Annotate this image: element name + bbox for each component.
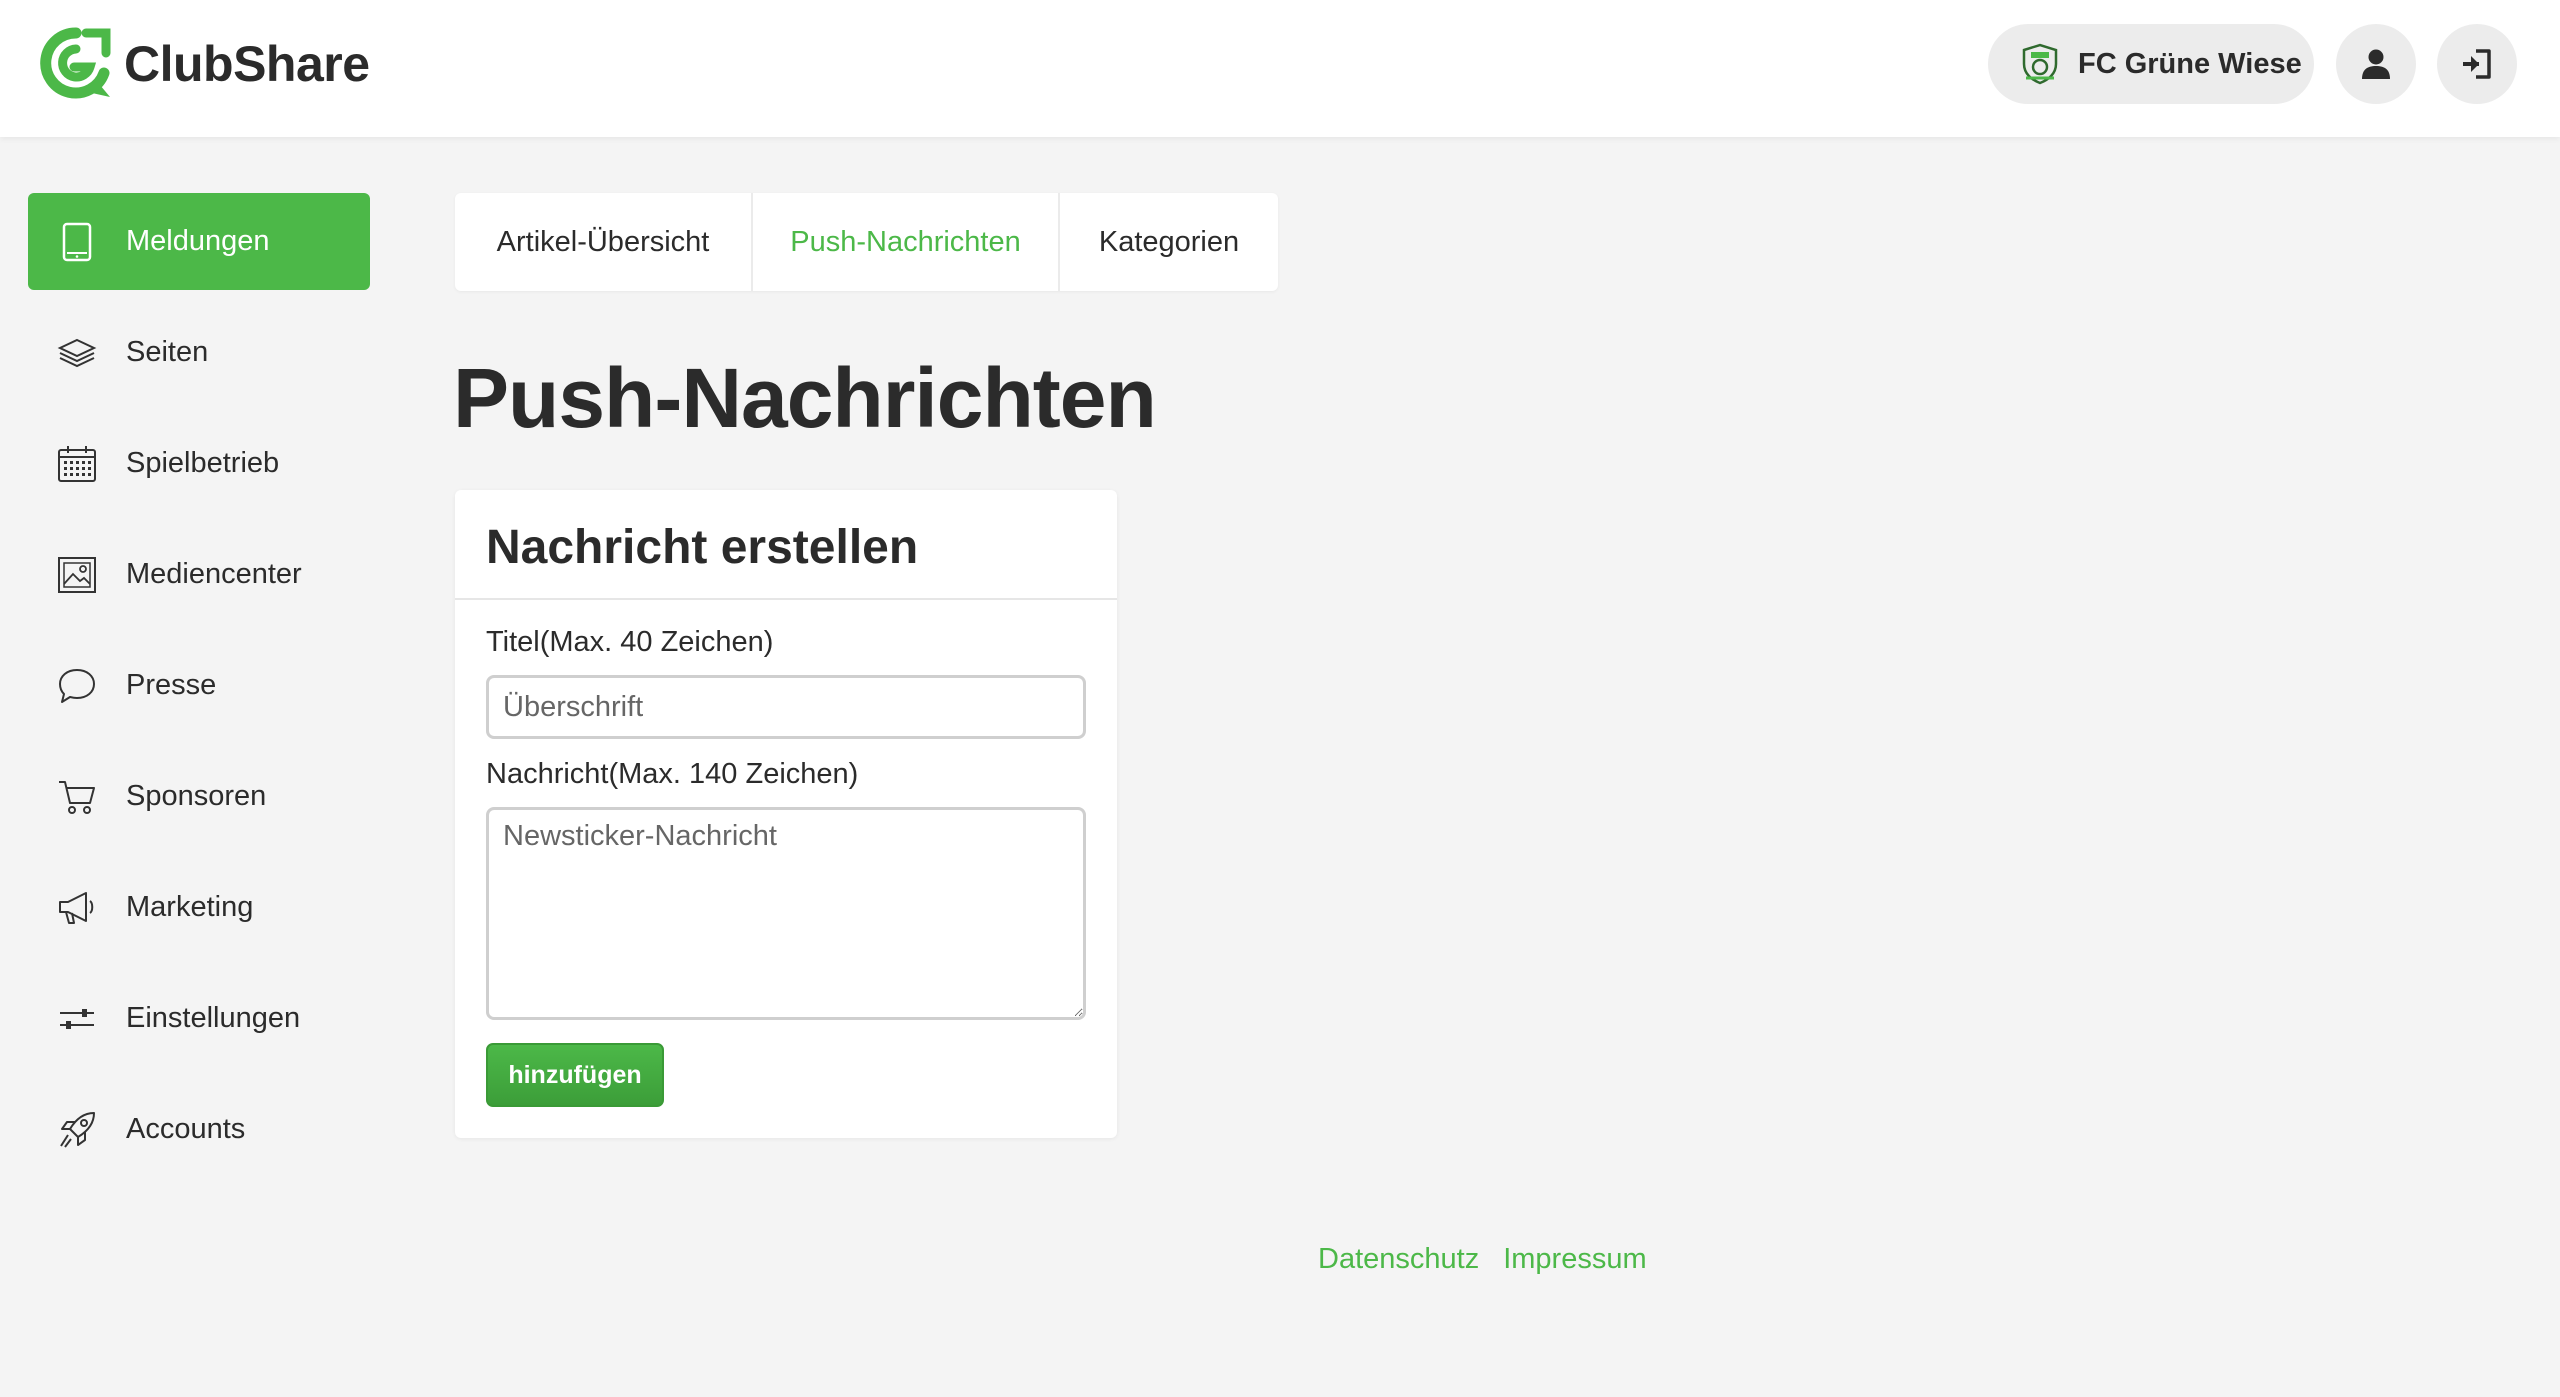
- sidebar-item-label: Sponsoren: [126, 780, 267, 812]
- sidebar-item-label: Mediencenter: [126, 558, 302, 590]
- page-title: Push-Nachrichten: [453, 351, 1157, 445]
- message-textarea[interactable]: [486, 807, 1086, 1020]
- tab-bar: Artikel-Übersicht Push-Nachrichten Kateg…: [455, 193, 1278, 291]
- image-icon: [58, 556, 96, 593]
- sidebar-item-seiten[interactable]: Seiten: [28, 304, 370, 401]
- sidebar-item-label: Einstellungen: [126, 1002, 301, 1034]
- user-icon: [2362, 49, 2390, 79]
- title-label: Titel(Max. 40 Zeichen): [486, 626, 774, 658]
- sidebar-item-presse[interactable]: Presse: [28, 637, 370, 734]
- cart-icon: [59, 780, 95, 814]
- club-crest-icon: [2022, 43, 2058, 85]
- privacy-link[interactable]: Datenschutz: [1318, 1243, 1479, 1276]
- add-button[interactable]: hinzufügen: [486, 1043, 664, 1107]
- brand-name: ClubShare: [124, 36, 370, 92]
- sliders-icon: [60, 1008, 94, 1029]
- card-title: Nachricht erstellen: [455, 490, 1117, 600]
- create-message-card: Nachricht erstellen Titel(Max. 40 Zeiche…: [455, 490, 1117, 1138]
- tab-push-nachrichten[interactable]: Push-Nachrichten: [753, 193, 1060, 291]
- club-selector[interactable]: FC Grüne Wiese: [1988, 24, 2314, 104]
- logout-button[interactable]: [2437, 24, 2517, 104]
- sidebar-nav: Meldungen Seiten Spielbetrieb Mediencent…: [28, 193, 370, 1192]
- logout-icon: [2463, 49, 2491, 79]
- sidebar-item-label: Accounts: [126, 1113, 246, 1145]
- sidebar-item-label: Presse: [126, 669, 217, 701]
- layers-icon: [57, 338, 97, 367]
- tab-artikel-uebersicht[interactable]: Artikel-Übersicht: [455, 193, 753, 291]
- sidebar-item-accounts[interactable]: Accounts: [28, 1081, 370, 1178]
- footer-links: Datenschutz Impressum: [1318, 1243, 1671, 1276]
- rocket-icon: [60, 1111, 95, 1148]
- megaphone-icon: [59, 891, 94, 924]
- sidebar-item-sponsoren[interactable]: Sponsoren: [28, 748, 370, 845]
- imprint-link[interactable]: Impressum: [1503, 1243, 1646, 1276]
- brand[interactable]: ClubShare: [40, 27, 370, 101]
- sidebar-item-label: Marketing: [126, 891, 254, 923]
- tablet-icon: [62, 222, 92, 261]
- sidebar-item-mediencenter[interactable]: Mediencenter: [28, 526, 370, 623]
- speech-bubble-icon: [59, 668, 95, 703]
- sidebar-item-meldungen[interactable]: Meldungen: [28, 193, 370, 290]
- sidebar-item-label: Seiten: [126, 336, 209, 368]
- tab-kategorien[interactable]: Kategorien: [1060, 193, 1278, 291]
- clubshare-logo-icon: [40, 27, 111, 99]
- profile-button[interactable]: [2336, 24, 2416, 104]
- top-header: ClubShare FC Grüne Wiese: [0, 0, 2560, 137]
- sidebar-item-marketing[interactable]: Marketing: [28, 859, 370, 956]
- sidebar-item-einstellungen[interactable]: Einstellungen: [28, 970, 370, 1067]
- title-input[interactable]: [486, 675, 1086, 739]
- sidebar-item-spielbetrieb[interactable]: Spielbetrieb: [28, 415, 370, 512]
- message-label: Nachricht(Max. 140 Zeichen): [486, 758, 859, 790]
- club-name: FC Grüne Wiese: [2078, 47, 2302, 80]
- calendar-icon: [58, 445, 96, 482]
- sidebar-item-label: Spielbetrieb: [126, 447, 280, 479]
- sidebar-item-label: Meldungen: [126, 225, 270, 257]
